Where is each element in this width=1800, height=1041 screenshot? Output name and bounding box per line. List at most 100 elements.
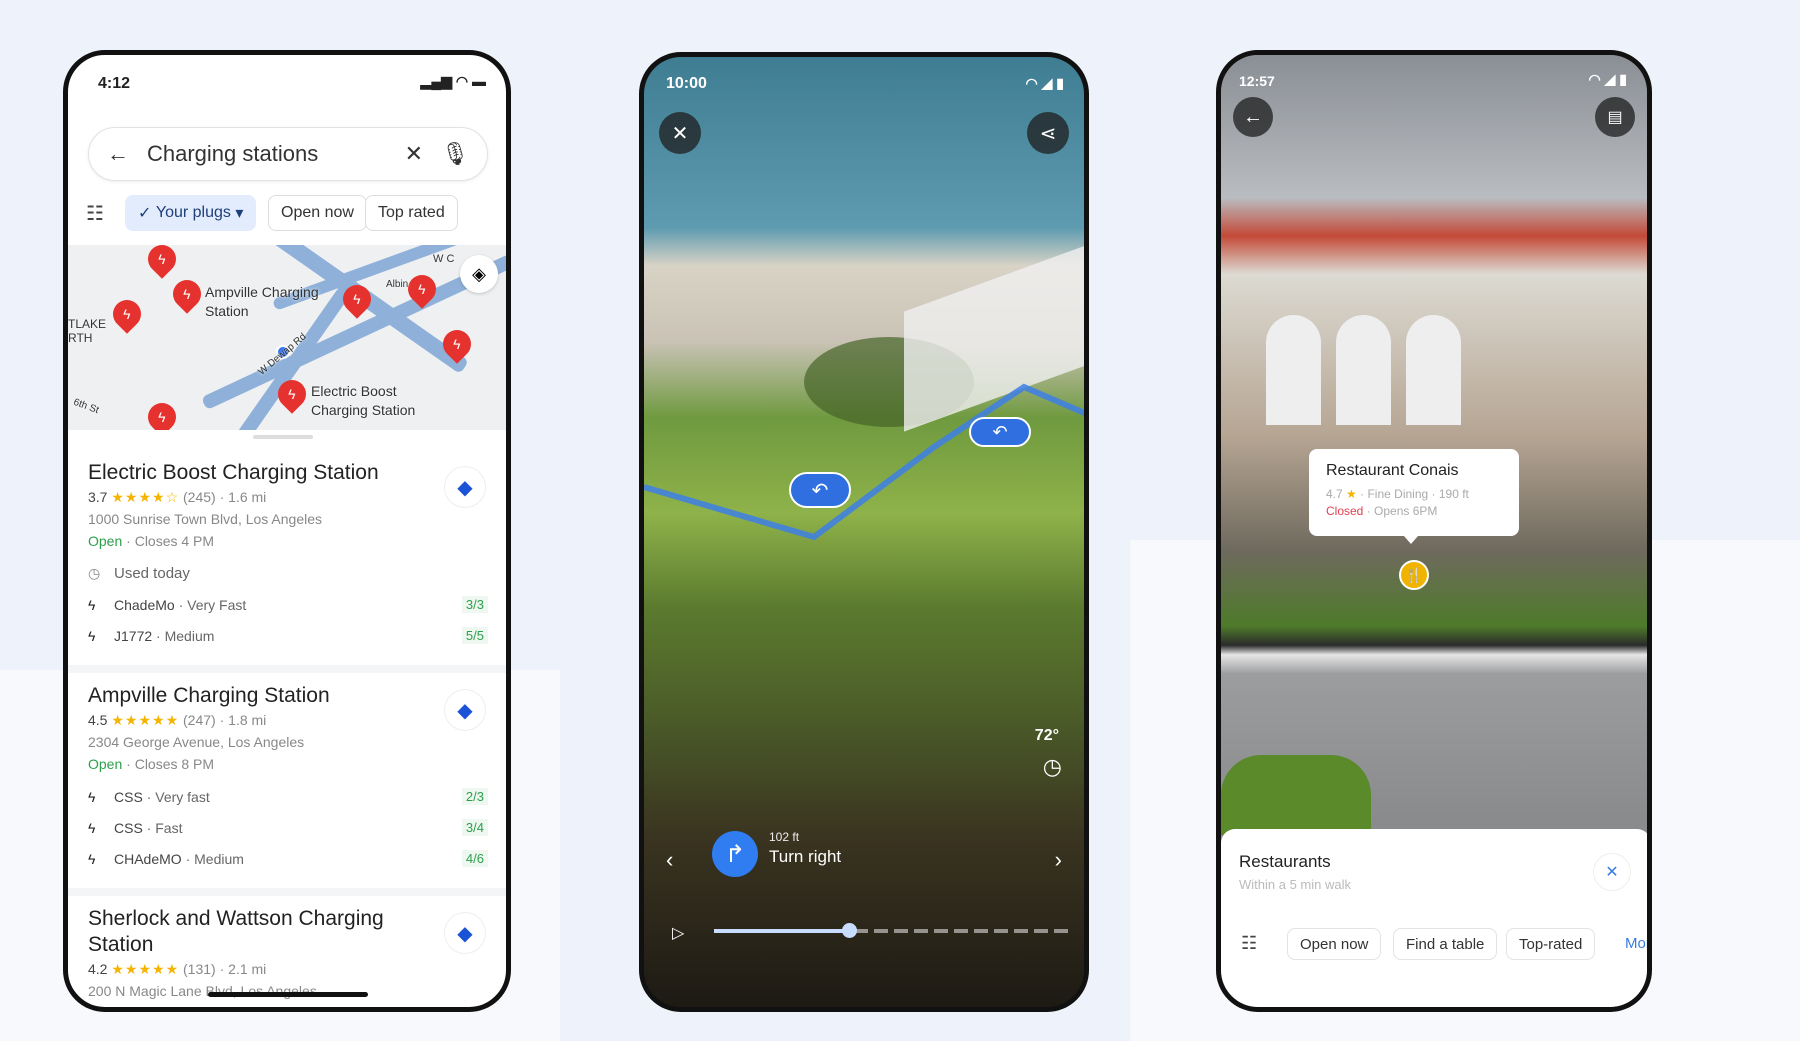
plug-speed: Very fast: [155, 788, 210, 805]
home-indicator: [208, 992, 368, 997]
bolt-icon: ϟ: [88, 788, 96, 805]
status-time: 4:12: [98, 75, 131, 92]
bottom-sheet: Restaurants Within a 5 min walk ✕ ☷ Open…: [1221, 829, 1647, 1007]
back-button[interactable]: ←: [1233, 97, 1273, 137]
reviews: (131): [183, 961, 216, 977]
window: [1266, 315, 1321, 425]
phone-street-view: 12:57 ◠ ◢ ▮ ← ▤ Restaurant Conais 4.7 ★ …: [1216, 50, 1652, 1012]
used-today: Used today: [114, 565, 190, 582]
close-icon: ✕: [671, 122, 689, 145]
result-name: Electric Boost Charging Station: [88, 461, 379, 484]
rating: 4.2: [88, 961, 108, 977]
plug-type: J1772: [114, 627, 153, 644]
sheet-title: Restaurants: [1239, 852, 1331, 871]
place-distance: 190 ft: [1438, 487, 1469, 501]
reviews: (245): [183, 489, 216, 505]
filter-icon[interactable]: ☷: [1241, 933, 1257, 954]
distance: 1.8 mi: [228, 712, 267, 728]
map-label-area: TLAKE RTH: [68, 317, 107, 345]
address: 1000 Sunrise Town Blvd, Los Angeles: [88, 511, 323, 527]
directions-button[interactable]: ◆: [444, 466, 486, 508]
map-label-ampville: Ampville Charging Station: [205, 284, 319, 319]
phone-immersive-view: ↶ ↶ 10:00 ◠ ◢ ▮ ✕ ⋖ 72° ◷ ‹ › ↱ 102 ft T…: [639, 52, 1089, 1012]
directions-button[interactable]: ◆: [444, 912, 486, 954]
chip-top-rated[interactable]: Top rated: [365, 195, 458, 231]
filter-icon[interactable]: ☷: [86, 201, 104, 226]
place-name: Restaurant Conais: [1326, 462, 1459, 479]
place-rating: 4.7: [1326, 487, 1343, 501]
star-icon: ★: [1346, 487, 1357, 501]
play-button[interactable]: ▷: [672, 923, 684, 943]
close-button[interactable]: ✕: [1593, 853, 1631, 891]
close-icon: ✕: [1605, 864, 1619, 881]
plug-speed: Very Fast: [187, 596, 247, 613]
charging-pin[interactable]: ϟ: [142, 245, 182, 279]
plug-speed: Medium: [194, 850, 244, 867]
plug-type: ChadeMo: [114, 596, 175, 613]
plug-type: CSS: [114, 788, 143, 805]
mic-icon[interactable]: 🎙: [441, 141, 469, 167]
address: 2304 George Avenue, Los Angeles: [88, 734, 305, 750]
distance: 1.6 mi: [228, 489, 267, 505]
chip-label: Your plugs: [155, 204, 231, 221]
restaurant-icon[interactable]: 🍴: [1399, 560, 1429, 590]
progress-thumb[interactable]: [841, 923, 857, 938]
charging-pin[interactable]: ϟ: [107, 294, 147, 334]
status-icons: ▂▄▆ ◠ ▬: [420, 73, 486, 89]
share-icon: ⋖: [1039, 122, 1057, 145]
chip-your-plugs[interactable]: ✓ Your plugs ▾: [125, 195, 257, 231]
status-time: 12:57: [1239, 73, 1275, 89]
plug-speed: Medium: [164, 627, 215, 644]
more-link[interactable]: More: [1625, 935, 1647, 952]
result-name: Sherlock and Wattson Charging Station: [88, 907, 384, 956]
search-input[interactable]: Charging stations: [147, 141, 387, 167]
turn-right-icon: ↱: [712, 831, 758, 877]
window: [1406, 315, 1461, 425]
feedback-button[interactable]: ▤: [1595, 97, 1635, 137]
bolt-icon: ϟ: [88, 850, 96, 867]
open-status: Open: [88, 533, 123, 549]
drag-handle[interactable]: [253, 435, 313, 439]
share-button[interactable]: ⋖: [1027, 112, 1069, 154]
hours: Closes 8 PM: [134, 756, 215, 772]
arrow-left-icon[interactable]: ←: [107, 141, 129, 167]
plug-type: CHAdeMO: [114, 850, 182, 867]
sheet-subtitle: Within a 5 min walk: [1239, 877, 1351, 892]
close-button[interactable]: ✕: [659, 112, 701, 154]
time-of-day-icon[interactable]: ◷: [1043, 754, 1062, 780]
plug-speed: Fast: [155, 819, 183, 836]
layers-icon[interactable]: ◈: [460, 255, 498, 293]
map-label-street: W C: [433, 253, 455, 265]
results-list: Electric Boost Charging Station 3.7 ★★★★…: [68, 450, 506, 1007]
temperature: 72°: [1034, 727, 1059, 744]
chip-open-now[interactable]: Open now: [268, 195, 367, 231]
chip-open-now[interactable]: Open now: [1287, 928, 1382, 960]
directions-button[interactable]: ◆: [444, 689, 486, 731]
map[interactable]: ϟ ϟ ϟ ϟ ϟ ϟ ϟ ϟ Ampville Charging Statio…: [68, 245, 506, 430]
result-card[interactable]: Electric Boost Charging Station 3.7 ★★★★…: [68, 450, 506, 673]
place-status: Closed: [1326, 504, 1364, 518]
turn-arrow-icon: ↶: [789, 472, 851, 508]
chip-find-a-table[interactable]: Find a table: [1393, 928, 1498, 960]
reviews: (247): [183, 712, 216, 728]
stars: ★★★★★: [111, 961, 180, 977]
status-time: 10:00: [666, 75, 707, 92]
close-icon[interactable]: ✕: [405, 141, 423, 167]
result-card[interactable]: Ampville Charging Station 4.5 ★★★★★ (247…: [68, 673, 506, 896]
distance: 2.1 mi: [228, 961, 267, 977]
search-bar[interactable]: ← Charging stations ✕ 🎙: [88, 127, 488, 181]
charging-pin[interactable]: ϟ: [167, 274, 207, 314]
plug-availability: 5/5: [461, 627, 488, 644]
map-label-electric-boost: Electric Boost Charging Station: [311, 383, 416, 418]
chip-top-rated[interactable]: Top-rated: [1506, 928, 1596, 960]
plug-availability: 2/3: [461, 788, 488, 805]
place-card[interactable]: Restaurant Conais 4.7 ★ · Fine Dining · …: [1309, 449, 1519, 536]
plug-availability: 4/6: [461, 850, 488, 867]
previous-step-button[interactable]: ‹: [666, 847, 673, 873]
step-instruction: Turn right: [769, 847, 842, 866]
stars: ★★★★☆: [111, 489, 180, 505]
status-icons: ◠ ◢ ▮: [1025, 75, 1064, 91]
charging-pin[interactable]: ϟ: [142, 397, 182, 430]
step-distance: 102 ft: [769, 830, 800, 844]
next-step-button[interactable]: ›: [1055, 847, 1062, 873]
